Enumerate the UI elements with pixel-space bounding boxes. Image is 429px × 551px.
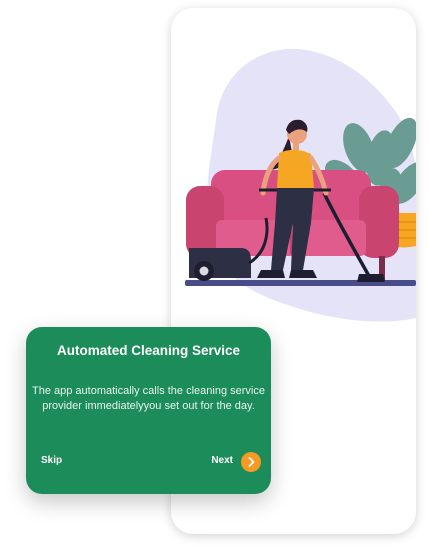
next-label[interactable]: Next [211,455,233,466]
skip-button[interactable]: Skip [41,455,62,466]
onboarding-card: Automated Cleaning Service The app autom… [26,327,271,494]
onboarding-description: The app automatically calls the cleaning… [32,385,265,412]
next-button[interactable] [241,452,261,472]
chevron-right-icon [248,457,255,467]
onboarding-title: Automated Cleaning Service [56,343,241,358]
woman-vacuuming-illustration [185,48,416,322]
onboarding-screen: Automated Cleaning Service The app autom… [0,0,429,551]
